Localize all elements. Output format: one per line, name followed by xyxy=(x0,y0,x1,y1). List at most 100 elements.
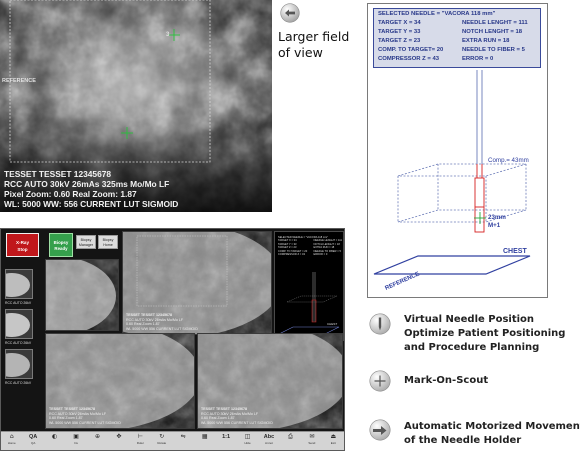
grid-icon: ▦ xyxy=(201,433,208,440)
thumbnail-1-caption: RCC AUTO 26kV xyxy=(5,301,32,305)
toolbar-home-button[interactable]: ⌂ Home xyxy=(6,432,18,450)
depth-label-m1: M+1 xyxy=(488,222,501,229)
needle-position-icon xyxy=(369,313,391,335)
needle-shaft xyxy=(476,70,483,164)
marker-label: 3 xyxy=(166,32,170,38)
toolbar-button-label: Home xyxy=(7,441,16,445)
xray-stop-button[interactable]: X-Ray Stop xyxy=(6,233,39,257)
toolbar-ruler-button[interactable]: ⊢ Ruler xyxy=(134,432,146,450)
toolbar-button-label: QA xyxy=(30,441,36,445)
feature-3-line1: Automatic Motorized Movement xyxy=(404,421,580,432)
needle-3d-diagram: Comp.= 43mm 23mm M+1 CHEST REFERENCE xyxy=(373,70,531,292)
xray-stop-line2: Stop xyxy=(17,247,28,252)
toolbar-pan-button[interactable]: ✥ xyxy=(113,432,125,450)
larger-fov-line1: Larger field xyxy=(278,29,350,44)
abc-icon: Abc xyxy=(263,434,275,440)
contrast-icon: ◐ xyxy=(51,433,58,440)
view-pane-bottom-left[interactable]: TESSET TESSET 12345678 RCC AUTO 30kV 26m… xyxy=(45,333,195,429)
feature-motorized-movement: Automatic Motorized Movement of the Need… xyxy=(404,420,580,448)
view-top-line4: WL 5000 WW 556 CURRENT LUT SIGMOID xyxy=(126,326,198,331)
toolbar-button-label: Rotate xyxy=(157,441,167,445)
feature-2-line1: Mark-On-Scout xyxy=(404,375,489,386)
toolbar-send-button[interactable]: ✉ Send xyxy=(306,432,318,450)
invert-icon: ▣ xyxy=(73,433,79,440)
biopsy-ready-line2: Ready xyxy=(54,245,68,251)
feature-3-line2: of the Needle Holder xyxy=(404,435,522,446)
rotate-icon: ↻ xyxy=(159,433,165,440)
scout-image xyxy=(46,260,118,330)
feature-1-line1: Virtual Needle Position xyxy=(404,314,535,325)
send-icon: ✉ xyxy=(309,433,315,440)
view-bl-line4: WL 5000 WW 556 CURRENT LUT SIGMOID xyxy=(49,420,121,425)
thumbnail-3[interactable] xyxy=(5,349,33,379)
ruler-icon: ⊢ xyxy=(137,433,143,440)
mini-needle-diagram: CHEST xyxy=(278,272,340,335)
hide-icon: ◫ xyxy=(244,433,251,440)
toolbar-rotate-button[interactable]: ↻ Rotate xyxy=(156,432,168,450)
toolbar-button-label: Inv xyxy=(74,441,79,445)
thumbnail-2-caption: RCC AUTO 26kV xyxy=(5,341,32,345)
comp-label: Comp.= 43mm xyxy=(488,157,529,164)
thumbnail-1[interactable] xyxy=(5,269,33,299)
toolbar-hide-button[interactable]: ◫ Hide xyxy=(242,432,254,450)
feature-virtual-needle: Virtual Needle Position Optimize Patient… xyxy=(404,313,565,355)
toolbar-invert-button[interactable]: ▣ Inv xyxy=(70,432,82,450)
chest-plane xyxy=(373,255,531,275)
view-pane-top[interactable]: TESSET TESSET 12345678 RCC AUTO 30kV 26m… xyxy=(122,231,272,335)
toolbar-grid-button[interactable]: ▦ xyxy=(199,432,211,450)
compression-plane xyxy=(397,163,527,223)
toolbar-one-view-button[interactable]: 1:1 xyxy=(220,432,232,450)
feature-1-line2: Optimize Patient Positioning xyxy=(404,328,566,339)
biopsy-home-line2: Home xyxy=(103,242,113,247)
toolbar-abc-button[interactable]: Abc Annot xyxy=(263,432,275,450)
thumbnail-2[interactable] xyxy=(5,309,33,339)
one-view-icon: 1:1 xyxy=(222,434,231,440)
biopsy-application-screenshot: X-Ray Stop Biopsy Ready Biopsy Manager B… xyxy=(0,228,345,451)
qa-icon: QA xyxy=(29,434,38,440)
depth-label: 23mm xyxy=(488,214,506,221)
larger-fov-line2: of view xyxy=(278,45,323,60)
plus-icon xyxy=(369,370,391,392)
chest-label: CHEST xyxy=(503,248,527,255)
flip-icon: ⇋ xyxy=(180,433,186,440)
xray-stop-line1: X-Ray xyxy=(15,240,30,245)
view-br-line4: WL 5000 WW 556 CURRENT LUT SIGMOID xyxy=(201,420,273,425)
window-level-info: WL: 5000 WW: 556 CURRENT LUT SIGMOID xyxy=(4,199,179,209)
biopsy-manager-button[interactable]: Biopsy Manager xyxy=(76,235,96,249)
toolbar-button-label: Ruler xyxy=(136,441,144,445)
zoom-icon: ⊕ xyxy=(94,433,100,440)
toolbar-contrast-button[interactable]: ◐ xyxy=(49,432,61,450)
view-bottom-left-caption: TESSET TESSET 12345678 RCC AUTO 30kV 26m… xyxy=(49,407,121,425)
toolbar-button-label: Send xyxy=(308,441,316,445)
biopsy-home-button[interactable]: Biopsy Home xyxy=(98,235,118,249)
mini-chest-label: CHEST xyxy=(327,322,337,326)
toolbar-print-button[interactable]: ⎙ xyxy=(284,432,296,450)
feature-mark-on-scout: Mark-On-Scout xyxy=(404,374,488,388)
toolbar-exit-button[interactable]: ⏏ Exit xyxy=(327,432,339,450)
thumbnail-3-caption: RCC AUTO 26kV xyxy=(5,381,32,385)
mammogram-main-view[interactable]: 3 REFERENCE TESSET TESSET 12345678 RCC A… xyxy=(0,0,272,212)
view-bottom-right-caption: TESSET TESSET 12345678 RCC AUTO 30kV 26m… xyxy=(201,407,273,425)
toolbar-button-label: Annot xyxy=(265,441,273,445)
toolbar-zoom-button[interactable]: ⊕ xyxy=(91,432,103,450)
arrow-left-icon xyxy=(280,3,300,23)
exit-icon: ⏏ xyxy=(330,433,337,440)
arrow-right-icon xyxy=(369,419,391,441)
mini-needle-panel: SELECTED NEEDLE = "VACORA 118 mm" TARGET… xyxy=(274,231,344,341)
needle-position-panel: SELECTED NEEDLE = "VACORA 118 mm" TARGET… xyxy=(367,3,548,298)
view-pane-bottom-right[interactable]: TESSET TESSET 12345678 RCC AUTO 30kV 26m… xyxy=(197,333,343,429)
toolbar-flip-button[interactable]: ⇋ xyxy=(177,432,189,450)
larger-fov-label: Larger field of view xyxy=(278,29,358,61)
feature-1-line3: and Procedure Planning xyxy=(404,342,540,353)
print-icon: ⎙ xyxy=(288,433,293,440)
toolbar-button-label: Exit xyxy=(330,441,336,445)
reference-vertical-label: REFERENCE xyxy=(2,78,36,85)
toolbar-qa-button[interactable]: QA QA xyxy=(27,432,39,450)
scout-view-pane[interactable] xyxy=(45,259,119,331)
view-top-caption: TESSET TESSET 12345678 RCC AUTO 30kV 26m… xyxy=(126,313,198,331)
pan-icon: ✥ xyxy=(116,433,122,440)
biopsy-manager-line2: Manager xyxy=(78,242,94,247)
biopsy-ready-button[interactable]: Biopsy Ready xyxy=(49,233,73,257)
toolbar-button-label: Hide xyxy=(244,441,251,445)
home-icon: ⌂ xyxy=(9,433,14,440)
